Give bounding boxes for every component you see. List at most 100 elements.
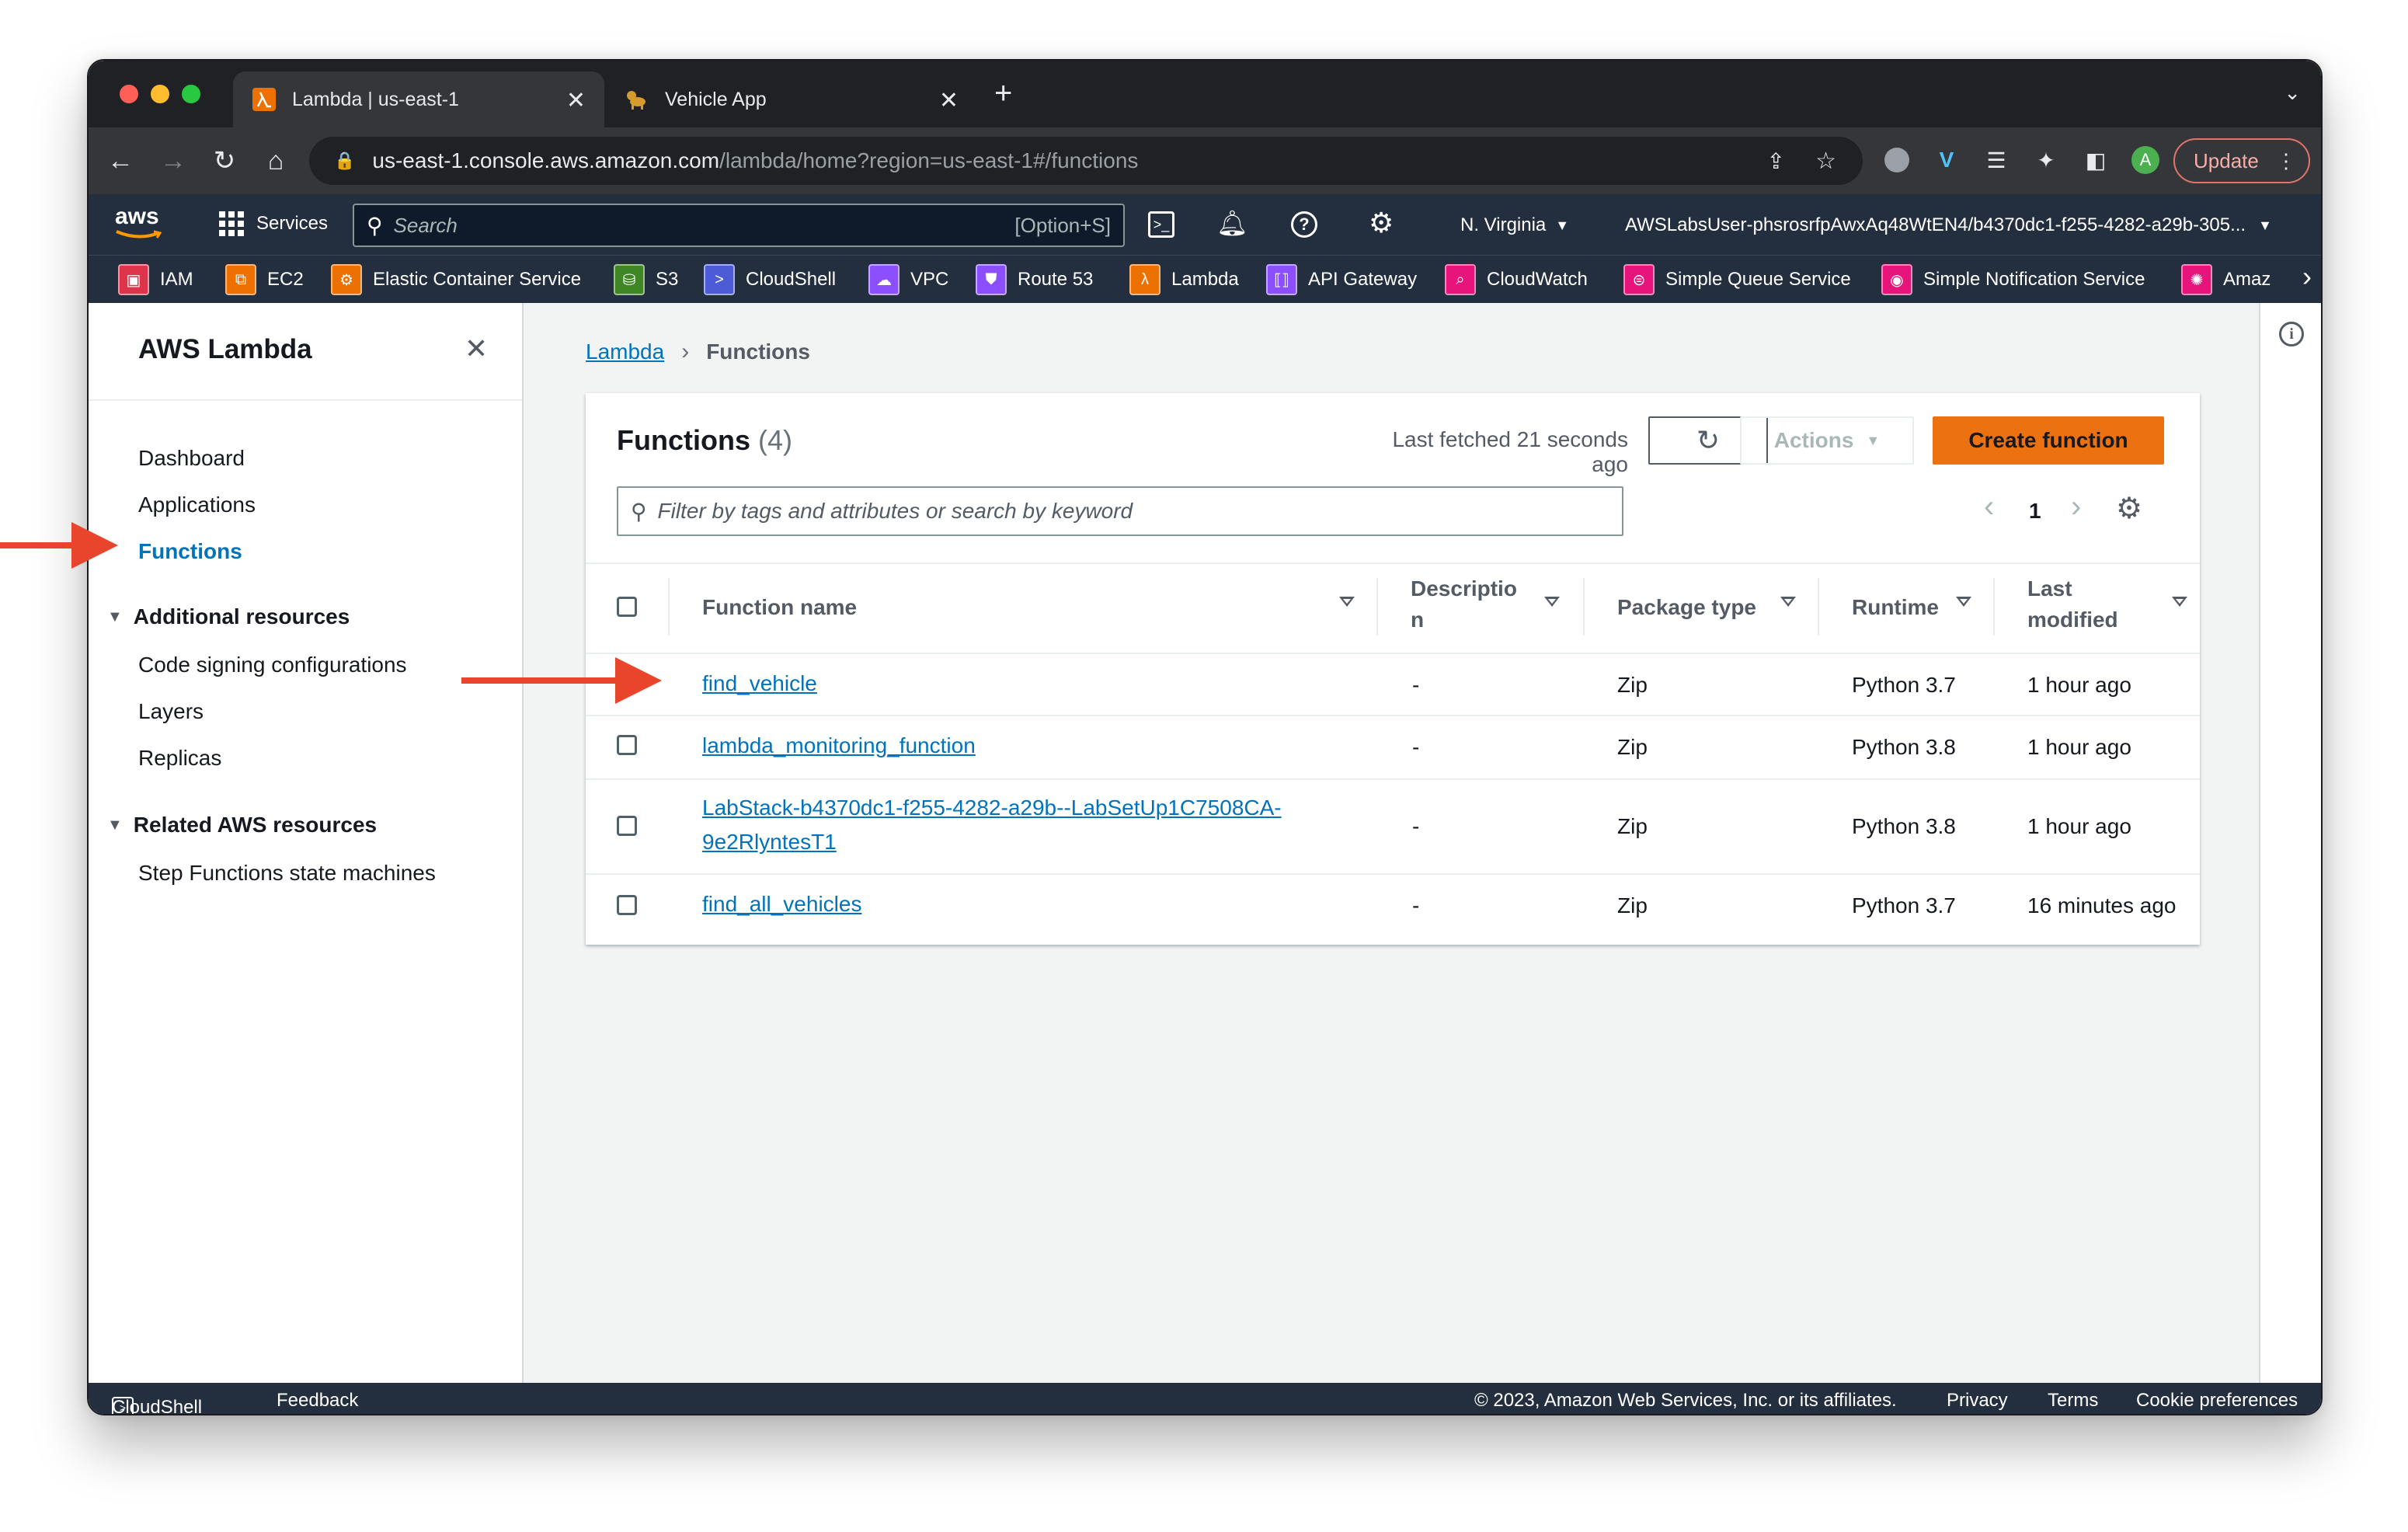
- column-header-function-name[interactable]: Function name: [702, 595, 857, 620]
- vpc-service-icon: ☁: [868, 264, 900, 295]
- sort-icon[interactable]: [1780, 597, 1796, 607]
- bookmark-star-icon[interactable]: ☆: [1815, 148, 1836, 175]
- favorite-api-gateway[interactable]: ⟦⟧ API Gateway: [1266, 263, 1417, 296]
- column-header-package-type[interactable]: Package type: [1617, 595, 1756, 620]
- adblock-icon[interactable]: [1880, 143, 1914, 177]
- page-number[interactable]: 1: [2029, 499, 2041, 524]
- footer-copyright: © 2023, Amazon Web Services, Inc. or its…: [1474, 1390, 1897, 1411]
- back-icon[interactable]: ←: [101, 141, 140, 180]
- tab-lambda[interactable]: Lambda | us-east-1 ✕: [233, 71, 604, 127]
- extensions-puzzle-icon[interactable]: ✦: [2029, 143, 2063, 177]
- description-cell: -: [1412, 735, 1420, 759]
- footer-privacy-link[interactable]: Privacy: [1947, 1390, 2008, 1412]
- share-icon[interactable]: ⇪: [1767, 148, 1785, 174]
- favorite-label: S3: [656, 269, 679, 290]
- favorite-route53[interactable]: ⛊ Route 53: [976, 263, 1093, 296]
- favorite-vpc[interactable]: ☁ VPC: [868, 263, 948, 296]
- favorite-s3[interactable]: ⛁ S3: [614, 263, 678, 296]
- filter-placeholder: Filter by tags and attributes or search …: [657, 499, 1133, 523]
- home-icon[interactable]: ⌂: [256, 141, 295, 180]
- new-tab-icon[interactable]: +: [994, 76, 1012, 111]
- create-function-button[interactable]: Create function: [1933, 416, 2164, 465]
- services-button[interactable]: Services: [219, 211, 328, 236]
- sort-icon[interactable]: [1956, 597, 1971, 607]
- url-field[interactable]: 🔒 us-east-1.console.aws.amazon.com/lambd…: [309, 137, 1863, 185]
- sidebar-item-applications[interactable]: Applications: [138, 493, 256, 517]
- extension-list-icon[interactable]: ☰: [1979, 143, 2013, 177]
- table-settings-gear-icon[interactable]: ⚙: [2116, 491, 2142, 526]
- breadcrumb-lambda-link[interactable]: Lambda: [586, 339, 664, 364]
- additional-resources-toggle[interactable]: ▼ Additional resources: [107, 604, 350, 629]
- footer-terms-link[interactable]: Terms: [2048, 1390, 2098, 1412]
- favorite-sns[interactable]: ◉ Simple Notification Service: [1881, 263, 2145, 296]
- vimeo-icon[interactable]: V: [1930, 143, 1964, 177]
- favorite-ec2[interactable]: ⧉ EC2: [225, 263, 304, 296]
- sidebar-item-code-signing[interactable]: Code signing configurations: [138, 653, 407, 677]
- runtime-cell: Python 3.7: [1852, 673, 1956, 697]
- function-name-link[interactable]: LabStack-b4370dc1-f255-4282-a29b--LabSet…: [702, 791, 1282, 825]
- sns-service-icon: ◉: [1881, 264, 1912, 295]
- close-tab-icon[interactable]: ✕: [566, 87, 586, 114]
- favorite-cloudshell[interactable]: > CloudShell: [704, 263, 836, 296]
- column-header-last-modified[interactable]: Last: [2027, 576, 2072, 601]
- favorite-iam[interactable]: ▣ IAM: [118, 263, 193, 296]
- sidebar-item-step-functions[interactable]: Step Functions state machines: [138, 861, 436, 886]
- runtime-cell: Python 3.8: [1852, 814, 1956, 838]
- row-checkbox[interactable]: [617, 816, 637, 836]
- maximize-window-button[interactable]: [182, 85, 200, 103]
- footer-cookie-preferences-link[interactable]: Cookie preferences: [2136, 1390, 2298, 1412]
- favorite-cloudwatch[interactable]: ⌕ CloudWatch: [1445, 263, 1588, 296]
- function-name-link[interactable]: lambda_monitoring_function: [702, 729, 976, 763]
- function-name-link[interactable]: find_vehicle: [702, 667, 817, 701]
- favorite-sqs[interactable]: ⊜ Simple Queue Service: [1623, 263, 1851, 296]
- select-all-checkbox[interactable]: [617, 597, 637, 617]
- favorite-lambda[interactable]: λ Lambda: [1129, 263, 1239, 296]
- search-input[interactable]: ⚲ Search [Option+S]: [353, 204, 1125, 247]
- column-header-runtime[interactable]: Runtime: [1852, 595, 1939, 620]
- favorite-label: EC2: [267, 269, 304, 290]
- prev-page-icon[interactable]: ‹: [1984, 489, 1994, 524]
- sidebar-item-layers[interactable]: Layers: [138, 699, 204, 724]
- cloudshell-icon[interactable]: >_: [1148, 211, 1174, 238]
- aws-logo[interactable]: aws: [115, 204, 166, 242]
- filter-input[interactable]: ⚲ Filter by tags and attributes or searc…: [617, 486, 1623, 536]
- sidebar-item-dashboard[interactable]: Dashboard: [138, 446, 245, 471]
- notifications-bell-icon[interactable]: 🔔︎: [1216, 208, 1248, 238]
- minimize-window-button[interactable]: [151, 85, 169, 103]
- help-icon[interactable]: ?: [1291, 211, 1317, 238]
- related-resources-toggle[interactable]: ▼ Related AWS resources: [107, 813, 377, 837]
- update-button[interactable]: Update ⋮: [2173, 138, 2310, 183]
- row-checkbox[interactable]: [617, 735, 637, 755]
- side-panel-icon[interactable]: ◧: [2079, 143, 2113, 177]
- sort-icon[interactable]: [2172, 597, 2187, 607]
- tab-title: Vehicle App: [665, 88, 767, 110]
- reload-icon[interactable]: ↻: [205, 141, 244, 180]
- profile-avatar[interactable]: A: [2128, 143, 2163, 177]
- settings-gear-icon[interactable]: ⚙: [1369, 207, 1394, 239]
- actions-button[interactable]: Actions ▼: [1740, 416, 1914, 465]
- account-menu[interactable]: AWSLabsUser-phsrosrfpAwxAq48WtEN4/b4370d…: [1625, 214, 2272, 236]
- last-fetched-text: Last fetched 21 seconds ago: [1392, 427, 1628, 476]
- favorites-scroll-right-icon[interactable]: ›: [2290, 260, 2321, 299]
- function-name-link-wrap[interactable]: 9e2RlyntesT1: [702, 825, 837, 859]
- sidebar-item-functions[interactable]: Functions: [138, 539, 242, 564]
- row-checkbox[interactable]: [617, 895, 637, 915]
- tab-search-chevron-icon[interactable]: ⌄: [2284, 81, 2301, 105]
- footer-feedback-link[interactable]: Feedback: [277, 1390, 358, 1412]
- info-icon[interactable]: i: [2279, 322, 2304, 346]
- column-header-description[interactable]: Descriptio: [1411, 576, 1517, 601]
- favorite-ecs[interactable]: ⚙ Elastic Container Service: [331, 263, 581, 296]
- forward-icon[interactable]: →: [154, 141, 193, 180]
- sidebar-item-replicas[interactable]: Replicas: [138, 746, 221, 771]
- next-page-icon[interactable]: ›: [2071, 489, 2081, 524]
- close-window-button[interactable]: [120, 85, 138, 103]
- favorite-amazon-truncated[interactable]: ✺ Amaz: [2181, 263, 2271, 296]
- sort-icon[interactable]: [1544, 597, 1560, 607]
- tab-vehicle-app[interactable]: Vehicle App ✕: [606, 71, 977, 127]
- function-name-link[interactable]: find_all_vehicles: [702, 887, 861, 921]
- url-path: /lambda/home?region=us-east-1#/functions: [719, 148, 1139, 172]
- close-tab-icon[interactable]: ✕: [939, 87, 959, 114]
- sort-icon[interactable]: [1339, 597, 1355, 607]
- close-sidebar-icon[interactable]: ✕: [465, 333, 488, 365]
- region-selector[interactable]: N. Virginia ▼: [1460, 214, 1569, 236]
